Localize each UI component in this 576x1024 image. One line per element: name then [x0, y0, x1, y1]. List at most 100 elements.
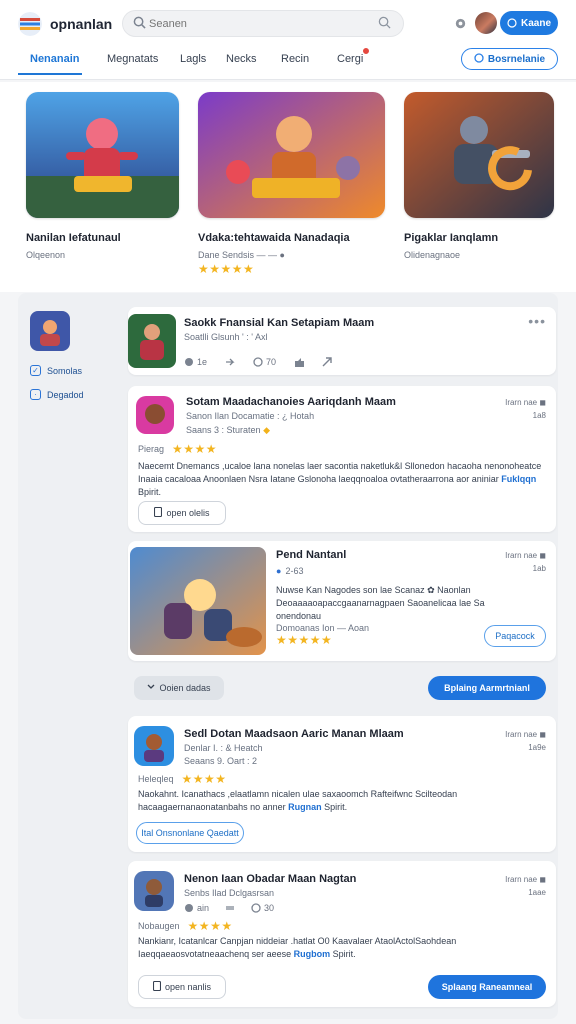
post-card-2[interactable]: Sotam Maadachanoies Aariqdanh Maam Sanon…: [128, 386, 556, 532]
post-link-2[interactable]: Fuklqqn: [501, 474, 536, 484]
open-details-button-5[interactable]: open nanlis: [138, 975, 226, 999]
post-time-4b: 1a9e: [528, 743, 546, 752]
post-time-4: Irarn nae ◼ 1a9e: [505, 730, 546, 752]
featured-title-3[interactable]: Pigaklar Ianqlamn: [404, 232, 554, 244]
featured-subtitle-2-text: Dane Sendsis — — ●: [198, 250, 285, 260]
featured-card-2[interactable]: Vdaka:tehtawaida Nanadaqia Dane Sendsis …: [198, 92, 385, 276]
post-time-3b: 1ab: [532, 564, 546, 573]
post-title-4[interactable]: Sedl Dotan Maadsaon Aaric Manan Mlaam: [184, 728, 404, 740]
rating-label-4: Heleqleq: [138, 774, 174, 784]
featured-rating-2: ★★★★★: [198, 262, 255, 276]
featured-subtitle-2: Dane Sendsis — — ●: [198, 250, 385, 260]
open-details-button[interactable]: open olelis: [138, 501, 226, 525]
search-input[interactable]: [149, 16, 369, 32]
open-details-label-5: open nanlis: [164, 982, 212, 992]
comment-action[interactable]: 1e: [184, 357, 207, 367]
post-image-3[interactable]: [130, 547, 266, 655]
share-icon[interactable]: [322, 357, 332, 367]
document-icon: [154, 506, 163, 519]
featured-subtitle-3: Olidenagnaoe: [404, 250, 461, 260]
featured-image-3[interactable]: [404, 92, 554, 218]
post-title-1[interactable]: Saokk Fnansial Kan Setapiam Maam: [184, 317, 374, 329]
post-thumbnail-1[interactable]: [128, 314, 176, 368]
post-actions-1: 1e 70: [184, 357, 332, 367]
post-meta-2b: Saans 3 : Sturaten ◆: [186, 425, 270, 435]
post-title-2[interactable]: Sotam Maadachanoies Aariqdanh Maam: [186, 396, 396, 408]
post-time-3a: Irarn nae: [505, 551, 538, 560]
post-card-3[interactable]: Pend Nantanl ● 2-63 Nuwse Kan Nagodes son…: [128, 541, 556, 661]
post-title-5[interactable]: Nenon Iaan Obadar Maan Nagtan: [184, 873, 356, 885]
post-meta-3a-text: 2-63: [285, 566, 304, 576]
more-details-button[interactable]: Ooien dadas: [134, 676, 224, 700]
open-details-label: open olelis: [166, 508, 210, 518]
like-action-5[interactable]: 30: [251, 903, 274, 913]
post-time-3: Irarn nae ◼ 1ab: [505, 551, 546, 573]
post-link-4[interactable]: Rugnan: [288, 802, 322, 812]
repost-icon[interactable]: [225, 903, 235, 913]
post-time-2: Irarn nae ◼ 1a8: [505, 398, 546, 420]
post-body-5-tail: Spirit.: [332, 949, 356, 959]
thumbs-up-icon[interactable]: [294, 357, 305, 367]
primary-action-button[interactable]: Bplaing Aarmrtnianl: [428, 676, 546, 700]
post-card-5[interactable]: Nenon Iaan Obadar Maan Nagtan Senbs Ilad…: [128, 861, 556, 1007]
featured-image-2[interactable]: [198, 92, 385, 218]
post-time-2a: Irarn nae: [505, 398, 538, 407]
sidebar-thumbnail[interactable]: [30, 311, 70, 351]
reply-icon[interactable]: [225, 357, 235, 367]
voice-search-icon[interactable]: [378, 16, 391, 34]
post-avatar-5[interactable]: [134, 871, 174, 911]
rating-stars-4: ★★★★: [181, 772, 227, 786]
rating-stars-5: ★★★★: [187, 919, 233, 933]
post-meta-1: Soatlli Glsunh ' : ' Axl: [184, 332, 268, 342]
post-pill-4[interactable]: Ital Onsnonlane Qaedatt: [136, 822, 244, 844]
tab-0[interactable]: Nenanain: [30, 53, 80, 65]
chat-icon: [474, 52, 484, 66]
filter-chip-label: Bosrnelanie: [487, 53, 546, 65]
post-meta-2a: Sanon Ilan Docamatie : ¿ Hotah: [186, 411, 315, 421]
post-pill-3[interactable]: Paqacock: [484, 625, 546, 647]
post-avatar-4[interactable]: [134, 726, 174, 766]
rating-row-2: Pierag ★★★★: [138, 442, 217, 456]
post-meta-2b-text: Saans 3 : Sturaten: [186, 425, 261, 435]
tab-1[interactable]: Megnatats: [107, 53, 158, 65]
post-card-1[interactable]: Saokk Fnansial Kan Setapiam Maam Soatlli…: [128, 307, 556, 375]
post-link-5[interactable]: Rugbom: [294, 949, 331, 959]
tab-5[interactable]: Cergi: [337, 53, 363, 65]
primary-action-button-5[interactable]: Splaang Raneamneal: [428, 975, 546, 999]
app-logo[interactable]: [18, 12, 42, 36]
settings-icon[interactable]: [450, 13, 470, 33]
post-card-4[interactable]: Sedl Dotan Maadsaon Aaric Manan Mlaam De…: [128, 716, 556, 852]
like-action[interactable]: 70: [253, 357, 276, 367]
rating-stars-2: ★★★★: [172, 442, 218, 456]
tab-3[interactable]: Necks: [226, 53, 257, 65]
sidebar-link-2[interactable]: · Degadod: [30, 389, 84, 400]
filter-chip[interactable]: Bosrnelanie: [461, 48, 558, 70]
tab-2[interactable]: Lagls: [180, 53, 206, 65]
post-body-2-tail: Bpirit.: [138, 487, 162, 497]
main-feed: ✓ Somolas · Degadod Saokk Fnansial Kan S…: [18, 293, 558, 1019]
post-meta-4a: Denlar I. : & Heatch: [184, 743, 263, 753]
post-title-3[interactable]: Pend Nantanl: [276, 549, 346, 561]
featured-title-1[interactable]: Nanilan Iefatunaul: [26, 232, 179, 244]
rating-label-2: Pierag: [138, 444, 165, 454]
featured-title-2[interactable]: Vdaka:tehtawaida Nanadaqia: [198, 232, 385, 244]
rating-stars-3: ★★★★★: [276, 633, 333, 647]
like-count: 70: [266, 357, 277, 367]
featured-image-1[interactable]: [26, 92, 179, 218]
post-meta-3b: Domoanas Ion — Aoan: [276, 623, 370, 633]
post-meta-4b: Seaans 9. Oart : 2: [184, 756, 258, 766]
post-body-4: Naokahnt. Icanathacs ,elaatlamn nicalen …: [138, 788, 538, 814]
search-bar[interactable]: [122, 10, 404, 37]
featured-card-3[interactable]: Pigaklar Ianqlamn Olidenagnaoe: [404, 92, 554, 260]
more-icon[interactable]: •••: [528, 313, 546, 329]
avatar[interactable]: [475, 12, 497, 34]
sidebar-link-1[interactable]: ✓ Somolas: [30, 365, 82, 376]
post-avatar-2[interactable]: [136, 396, 174, 434]
comment-action-5[interactable]: ain: [184, 903, 209, 913]
post-time-5a: Irarn nae: [505, 875, 538, 884]
featured-card-1[interactable]: Nanilan Iefatunaul Olqeenon: [26, 92, 179, 260]
app-name: opnanlan: [50, 16, 113, 32]
tab-4[interactable]: Recin: [281, 53, 309, 65]
account-button[interactable]: Kaane: [500, 11, 558, 35]
featured-section: Nanilan Iefatunaul Olqeenon Vdaka:tehtaw…: [0, 82, 576, 292]
